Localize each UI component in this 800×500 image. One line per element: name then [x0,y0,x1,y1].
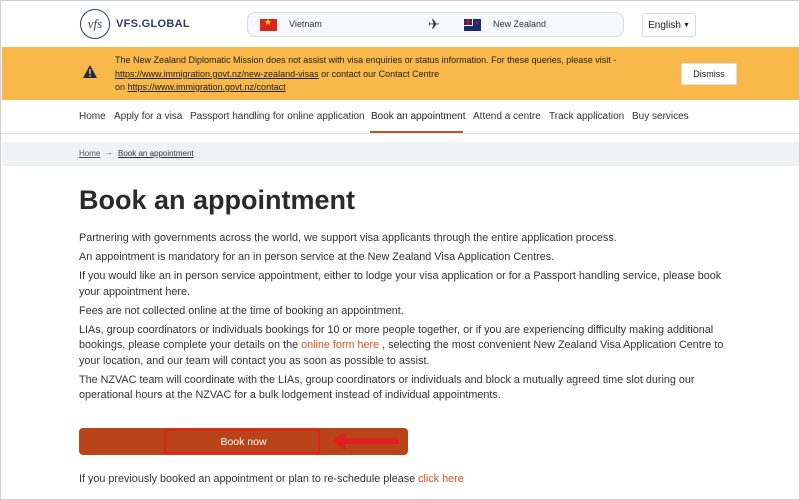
nav-buy-services[interactable]: Buy services [632,111,689,122]
warning-icon [83,65,97,78]
immigration-visas-link[interactable]: https://www.immigration.govt.nz/new-zeal… [115,69,319,79]
vfs-logo[interactable]: vfs VFS.GLOBAL [80,9,190,39]
route-from-country[interactable]: Vietnam [289,19,322,29]
notice-text: The New Zealand Diplomatic Mission does … [115,54,670,95]
new-zealand-flag-icon [464,19,481,31]
main-content: Partnering with governments across the w… [79,231,739,408]
nav-passport-handling[interactable]: Passport handling for online application [190,111,365,122]
logo-mark: vfs [80,9,110,39]
fees-paragraph: Fees are not collected online at the tim… [79,304,404,317]
nzvac-paragraph: The NZVAC team will coordinate with the … [79,373,695,402]
nav-home[interactable]: Home [79,111,106,122]
caret-down-icon: ▼ [682,21,690,29]
in-person-paragraph: If you would like an in person service a… [79,270,722,298]
vietnam-flag-icon [260,17,277,31]
notice-text-2: or contact our Contact Centre [318,68,440,79]
nav-book-appointment[interactable]: Book an appointment [371,111,466,122]
intro-paragraph: Partnering with governments across the w… [79,232,617,244]
annotation-arrow-icon [331,432,399,450]
plane-icon: ✈ [428,16,440,32]
dismiss-button[interactable]: Dismiss [681,63,737,85]
route-selector[interactable]: Vietnam ✈ New Zealand [247,12,624,37]
reschedule-link[interactable]: click here [418,473,464,485]
reschedule-text: If you previously booked an appointment … [79,473,464,485]
route-to-country[interactable]: New Zealand [493,19,546,29]
breadcrumb-current[interactable]: Book an appointment [118,149,194,158]
nav-track-application[interactable]: Track application [549,111,624,122]
nav-attend-centre[interactable]: Attend a centre [473,111,541,122]
logo-text: VFS.GLOBAL [116,18,190,30]
language-label: English [648,19,681,31]
notice-banner: The New Zealand Diplomatic Mission does … [2,47,799,100]
online-form-link[interactable]: online form here [301,339,379,351]
group-bookings-paragraph: LIAs, group coordinators or individuals … [79,323,739,370]
notice-text-1: The New Zealand Diplomatic Mission does … [115,55,617,65]
notice-text-3: on [115,82,128,92]
language-selector[interactable]: English ▼ [642,13,696,37]
nav-apply-for-visa[interactable]: Apply for a visa [114,111,182,122]
main-nav: Home Apply for a visa Passport handling … [1,101,799,134]
reschedule-prompt: If you previously booked an appointment … [79,473,419,485]
breadcrumb-separator-icon: → [105,148,113,157]
immigration-contact-link[interactable]: https://www.immigration.govt.nz/contact [128,82,286,92]
breadcrumb-home[interactable]: Home [79,149,100,158]
mandatory-paragraph: An appointment is mandatory for an in pe… [79,251,555,264]
site-header: vfs VFS.GLOBAL Vietnam ✈ New Zealand Eng… [1,1,799,47]
active-nav-underline [370,131,463,133]
page-title: Book an appointment [79,185,355,215]
annotation-highlight-box [164,429,320,454]
